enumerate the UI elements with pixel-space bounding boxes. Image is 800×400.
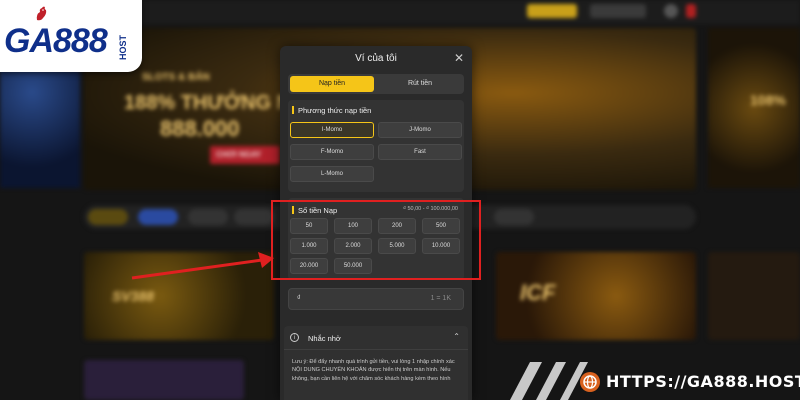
reminder-header[interactable]: i Nhắc nhở ⌃ [284, 326, 468, 350]
info-icon: i [290, 333, 299, 342]
method-l-momo[interactable]: L-Momo [290, 166, 374, 182]
tab-deposit[interactable]: Nạp tiền [290, 76, 374, 92]
flag-icon[interactable] [686, 4, 696, 18]
promo-card[interactable] [84, 360, 244, 400]
section-accent [292, 106, 294, 114]
rooster-icon [36, 6, 47, 21]
logo-suffix: HOST [118, 34, 128, 60]
category-tab[interactable] [234, 209, 274, 225]
chevron-up-icon[interactable]: ⌃ [453, 332, 460, 341]
game-card-title: SV388 [112, 288, 155, 304]
payment-method-section: Phương thức nạp tiền I-Momo J-Momo F-Mom… [288, 100, 464, 192]
watermark-url: HTTPS://GA888.HOST/ [606, 372, 800, 391]
category-tab[interactable] [188, 209, 228, 225]
tab-withdraw[interactable]: Rút tiền [378, 76, 462, 92]
pointer-arrow-icon [131, 252, 274, 280]
avatar[interactable] [664, 4, 678, 18]
hero-line-1: SLOTS & BẮN [142, 72, 210, 83]
modal-header: Ví của tôi ✕ [280, 46, 472, 72]
hero-play-label: CHƠI NGAY [216, 150, 262, 159]
hero-right-text: 108% [750, 92, 786, 108]
category-tab[interactable] [138, 209, 178, 225]
modal-title: Ví của tôi [355, 53, 397, 64]
method-i-momo[interactable]: I-Momo [290, 122, 374, 138]
reminder-panel: i Nhắc nhở ⌃ Lưu ý: Để đẩy nhanh quá trì… [284, 326, 468, 400]
logo-wordmark: GA888 [4, 22, 108, 60]
reminder-title: Nhắc nhở [308, 334, 341, 343]
game-card[interactable] [708, 252, 800, 340]
game-card-title: ICF [520, 280, 556, 305]
method-fast[interactable]: Fast [378, 144, 462, 160]
method-f-momo[interactable]: F-Momo [290, 144, 374, 160]
reminder-text: Lưu ý: Để đẩy nhanh quá trình gửi tiền, … [292, 359, 455, 382]
login-button[interactable] [527, 4, 577, 18]
amount-input[interactable]: ₫ 1 = 1K [288, 288, 464, 310]
amount-highlight-box [271, 200, 481, 280]
payment-method-title: Phương thức nạp tiền [298, 106, 372, 115]
category-tab[interactable] [88, 209, 128, 225]
category-tab[interactable] [494, 209, 534, 225]
wallet-tabs: Nạp tiền Rút tiền [288, 74, 464, 94]
hero-line-3: 888.000 [160, 116, 240, 141]
balance-display[interactable] [590, 4, 646, 18]
site-logo[interactable]: GA888 HOST [0, 0, 142, 72]
hero-line-2: 188% THƯỞNG N [124, 92, 292, 114]
hero-right-banner [708, 28, 800, 188]
globe-icon [580, 372, 600, 392]
close-icon[interactable]: ✕ [452, 51, 466, 65]
method-j-momo[interactable]: J-Momo [378, 122, 462, 138]
currency-symbol: ₫ [297, 295, 301, 302]
conversion-rate: 1 = 1K [430, 295, 451, 302]
